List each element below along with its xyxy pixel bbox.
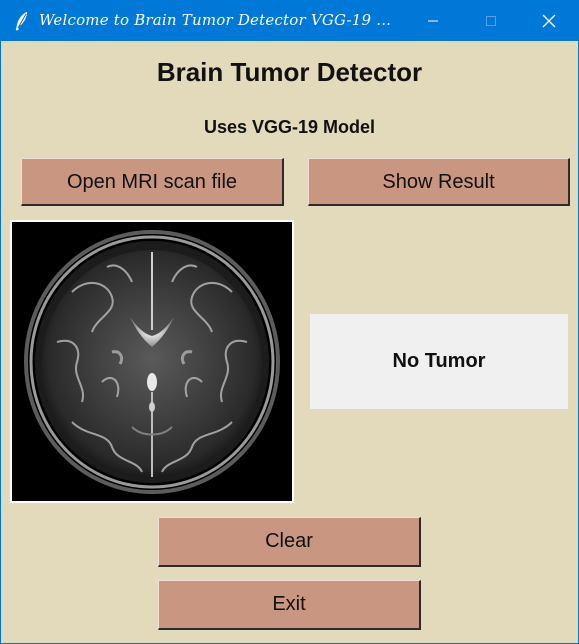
app-window: Welcome to Brain Tumor Detector VGG-19 .… [0,0,579,644]
exit-label: Exit [272,593,306,615]
result-text: No Tumor [392,350,486,372]
show-result-label: Show Result [382,171,495,193]
maximize-button[interactable] [462,1,520,41]
app-subheading: Uses VGG-19 Model [203,117,376,137]
window-title: Welcome to Brain Tumor Detector VGG-19 .… [39,11,392,29]
exit-button[interactable]: Exit [158,580,421,630]
show-result-button[interactable]: Show Result [308,158,570,206]
app-heading: Brain Tumor Detector [156,57,423,87]
close-icon [542,14,556,28]
minimize-button[interactable] [404,1,462,41]
close-button[interactable] [520,1,578,41]
result-panel: No Tumor [310,314,568,409]
title-bar[interactable]: Welcome to Brain Tumor Detector VGG-19 .… [1,1,578,41]
clear-button[interactable]: Clear [158,517,421,567]
open-mri-file-button[interactable]: Open MRI scan file [21,158,284,206]
feather-icon [13,11,31,31]
clear-label: Clear [265,530,313,552]
mri-scan-image [10,220,294,503]
maximize-icon [486,16,496,26]
minimize-icon [428,20,438,22]
open-mri-file-label: Open MRI scan file [66,171,238,193]
